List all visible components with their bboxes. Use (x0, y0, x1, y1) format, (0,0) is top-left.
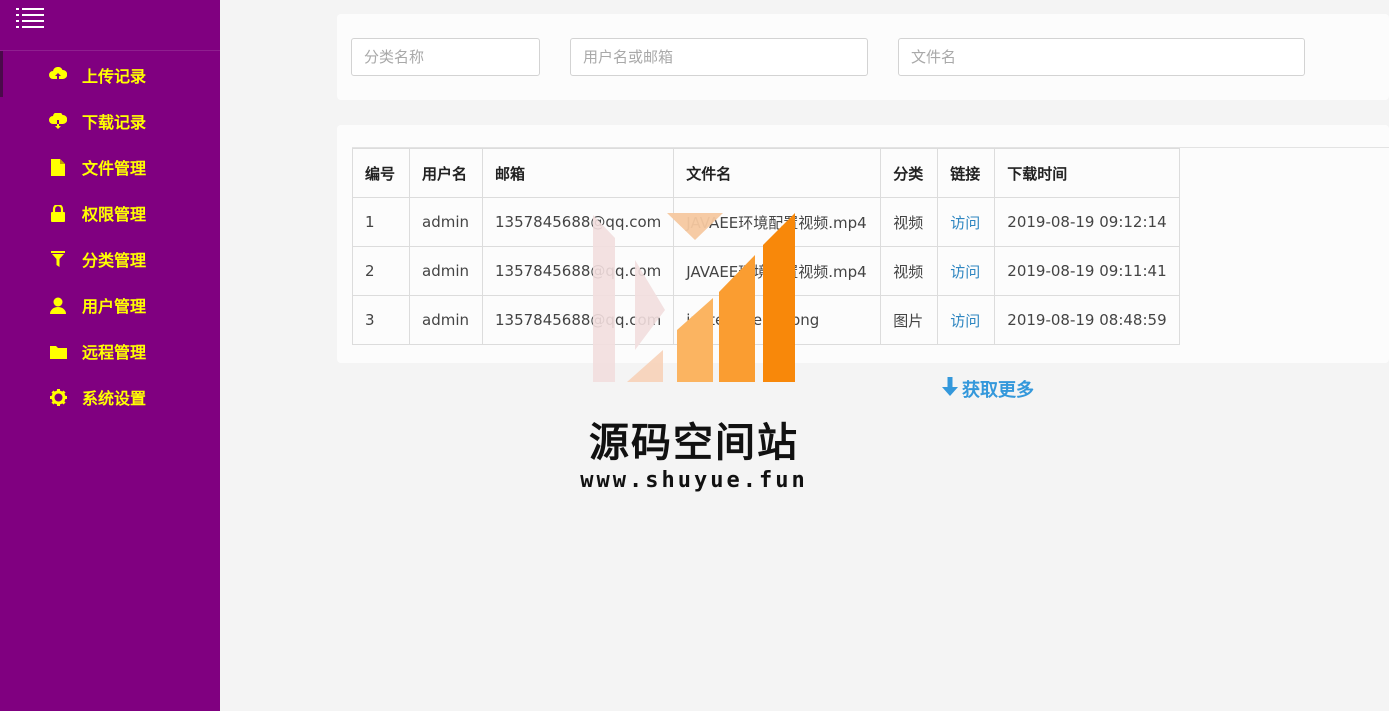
file-name-input[interactable] (898, 38, 1305, 76)
cell-id: 1 (352, 197, 410, 247)
visit-link[interactable]: 访问 (937, 197, 996, 247)
sidebar-item-file-management[interactable]: 文件管理 (0, 144, 220, 190)
sidebar-item-category-management[interactable]: 分类管理 (0, 236, 220, 282)
cell-id: 3 (352, 295, 410, 345)
gear-icon (48, 387, 68, 407)
arrow-down-icon (942, 377, 958, 401)
watermark-title: 源码空间站 (589, 420, 799, 466)
sidebar-item-system-settings[interactable]: 系统设置 (0, 374, 220, 420)
load-more-label: 获取更多 (962, 380, 1034, 401)
sidebar-item-label: 上传记录 (82, 67, 147, 86)
cloud-upload-icon (48, 65, 68, 85)
download-records-table: 编号 用户名 邮箱 文件名 分类 链接 下载时间 1 admin 1357845… (352, 148, 1180, 345)
cell-username: admin (409, 246, 483, 296)
header-username[interactable]: 用户名 (409, 148, 483, 198)
cell-filename: JAVAEE环境配置视频.mp4 (673, 246, 882, 296)
header-email[interactable]: 邮箱 (481, 148, 675, 198)
records-panel: 编号 用户名 邮箱 文件名 分类 链接 下载时间 1 admin 1357845… (337, 125, 1389, 363)
cell-download-time: 2019-08-19 09:12:14 (994, 197, 1180, 247)
menu-toggle-icon[interactable] (16, 6, 46, 32)
table-header-row: 编号 用户名 邮箱 文件名 分类 链接 下载时间 (352, 148, 1180, 198)
watermark-url: www.shuyue.fun (580, 468, 808, 493)
cell-username: admin (409, 295, 483, 345)
sidebar-menu: 上传记录 下载记录 文件管理 权限管理 分类管理 用户管理 远程管理 系统设置 (0, 52, 220, 420)
cell-category: 视频 (880, 246, 939, 296)
cloud-download-icon (48, 111, 68, 131)
visit-link[interactable]: 访问 (937, 295, 996, 345)
sidebar-item-permission-management[interactable]: 权限管理 (0, 190, 220, 236)
sidebar-item-user-management[interactable]: 用户管理 (0, 282, 220, 328)
table-row: 2 admin 1357845688@qq.com JAVAEE环境配置视频.m… (352, 246, 1180, 296)
cell-id: 2 (352, 246, 410, 296)
cell-filename: jnotes-theme.png (673, 295, 882, 345)
user-icon (48, 295, 68, 315)
sidebar-item-label: 系统设置 (82, 389, 147, 408)
sidebar-item-label: 分类管理 (82, 251, 147, 270)
visit-link[interactable]: 访问 (937, 246, 996, 296)
filter-icon (48, 249, 68, 269)
cell-download-time: 2019-08-19 08:48:59 (994, 295, 1180, 345)
cell-filename: JAVAEE环境配置视频.mp4 (673, 197, 882, 247)
table-row: 3 admin 1357845688@qq.com jnotes-theme.p… (352, 295, 1180, 345)
cell-download-time: 2019-08-19 09:11:41 (994, 246, 1180, 296)
sidebar-item-remote-management[interactable]: 远程管理 (0, 328, 220, 374)
cell-email: 1357845688@qq.com (481, 295, 675, 345)
sidebar: 上传记录 下载记录 文件管理 权限管理 分类管理 用户管理 远程管理 系统设置 (0, 0, 220, 711)
file-icon (48, 157, 68, 177)
username-email-input[interactable] (570, 38, 868, 76)
header-id[interactable]: 编号 (352, 148, 410, 198)
header-link[interactable]: 链接 (937, 148, 996, 198)
sidebar-item-label: 权限管理 (82, 205, 147, 224)
cell-category: 视频 (880, 197, 939, 247)
header-filename[interactable]: 文件名 (673, 148, 882, 198)
header-download-time[interactable]: 下载时间 (994, 148, 1180, 198)
sidebar-item-label: 下载记录 (82, 113, 147, 132)
sidebar-divider (0, 50, 220, 51)
cell-category: 图片 (880, 295, 939, 345)
sidebar-item-label: 远程管理 (82, 343, 147, 362)
sidebar-item-upload-records[interactable]: 上传记录 (0, 52, 220, 98)
cell-email: 1357845688@qq.com (481, 246, 675, 296)
sidebar-item-label: 用户管理 (82, 297, 147, 316)
sidebar-item-label: 文件管理 (82, 159, 147, 178)
load-more-button[interactable]: 获取更多 (942, 376, 1034, 402)
table-row: 1 admin 1357845688@qq.com JAVAEE环境配置视频.m… (352, 197, 1180, 247)
header-category[interactable]: 分类 (880, 148, 939, 198)
category-name-input[interactable] (351, 38, 540, 76)
sidebar-item-download-records[interactable]: 下载记录 (0, 98, 220, 144)
cell-username: admin (409, 197, 483, 247)
lock-icon (48, 203, 68, 223)
folder-icon (48, 341, 68, 361)
filter-panel (337, 14, 1389, 100)
cell-email: 1357845688@qq.com (481, 197, 675, 247)
